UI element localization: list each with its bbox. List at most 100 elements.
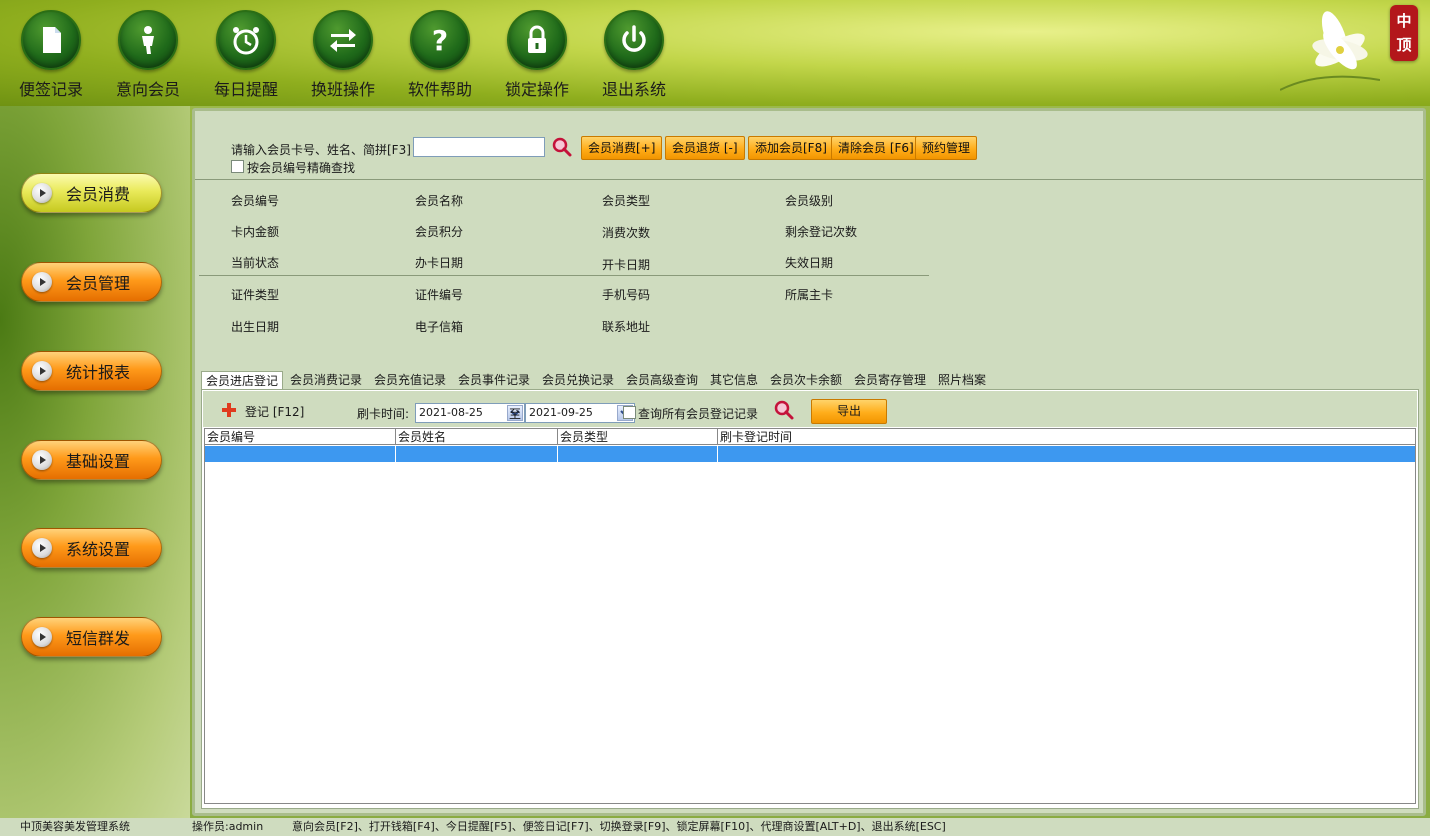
checkin-grid: 会员编号 会员姓名 会员类型 刷卡登记时间 <box>204 428 1416 804</box>
play-arrow-icon <box>32 627 52 647</box>
tab-deposit-manage[interactable]: 会员寄存管理 <box>850 371 930 389</box>
top-toolbar: 便签记录 意向会员 每日提醒 换班操作 ? 软件帮助 锁定操作 退出系统 中 顶 <box>0 0 1430 106</box>
toolbar-daily-reminder-button[interactable]: 每日提醒 <box>206 10 286 100</box>
field-label: 开卡日期 <box>602 258 651 272</box>
field-label: 证件类型 <box>231 288 280 302</box>
column-header[interactable]: 会员类型 <box>558 429 718 445</box>
sidebar-item-label: 会员管理 <box>66 274 131 293</box>
member-consume-button[interactable]: 会员消费[+] <box>581 136 663 160</box>
field-label: 证件编号 <box>415 288 464 302</box>
grid-header: 会员编号 会员姓名 会员类型 刷卡登记时间 <box>205 429 1415 445</box>
field-label: 当前状态 <box>231 256 280 270</box>
toolbar-label: 便签记录 <box>18 80 83 99</box>
toolbar-shift-button[interactable]: 换班操作 <box>303 10 383 100</box>
clear-member-button[interactable]: 清除会员 [F6] <box>831 136 921 160</box>
toolbar-label: 软件帮助 <box>407 80 472 99</box>
swap-arrows-icon <box>313 10 373 70</box>
field-label: 会员类型 <box>602 194 651 208</box>
field-label: 消费次数 <box>602 226 651 240</box>
brand-logo: 中 顶 <box>1390 5 1418 61</box>
date-to-picker[interactable]: 2021-09-25 <box>525 403 635 423</box>
toolbar-note-button[interactable]: 便签记录 <box>11 10 91 100</box>
divider <box>195 179 1423 180</box>
field-label: 手机号码 <box>602 288 651 302</box>
to-label: 至 <box>509 407 522 421</box>
status-shortcuts: 意向会员[F2]、打开钱箱[F4]、今日提醒[F5]、便签日记[F7]、切换登录… <box>292 820 946 833</box>
column-header[interactable]: 会员编号 <box>205 429 396 445</box>
status-bar: 中顶美容美发管理系统 操作员:admin 意向会员[F2]、打开钱箱[F4]、今… <box>0 818 1430 836</box>
field-label: 失效日期 <box>785 256 834 270</box>
toolbar-label: 意向会员 <box>115 80 180 99</box>
swipe-time-label: 刷卡时间: <box>357 407 410 421</box>
play-arrow-icon <box>32 361 52 381</box>
tab-content: 登记 [F12] 刷卡时间: 2021-08-25 至 2021-09-25 查… <box>201 389 1419 809</box>
member-refund-button[interactable]: 会员退货 [-] <box>665 136 745 160</box>
add-plus-icon <box>222 403 236 417</box>
power-icon <box>604 10 664 70</box>
field-label: 会员积分 <box>415 225 464 239</box>
status-operator: 操作员:admin <box>192 820 264 833</box>
booking-manage-button[interactable]: 预约管理 <box>915 136 978 160</box>
sidebar-item-label: 会员消费 <box>66 185 131 204</box>
export-button[interactable]: 导出 <box>811 399 887 424</box>
sidebar-item-system-settings[interactable]: 系统设置 <box>21 528 162 568</box>
field-label: 所属主卡 <box>785 288 834 302</box>
table-cell <box>205 446 396 462</box>
query-all-label: 查询所有会员登记记录 <box>638 407 759 421</box>
play-arrow-icon <box>32 450 52 470</box>
help-question-icon: ? <box>410 10 470 70</box>
sidebar-item-member-manage[interactable]: 会员管理 <box>21 262 162 302</box>
tab-card-balance[interactable]: 会员次卡余额 <box>766 371 846 389</box>
divider <box>199 275 929 276</box>
sidebar-item-label: 基础设置 <box>66 452 131 471</box>
svg-text:?: ? <box>432 24 448 57</box>
toolbar-lock-button[interactable]: 锁定操作 <box>497 10 577 100</box>
sidebar-item-reports[interactable]: 统计报表 <box>21 351 162 391</box>
toolbar-label: 换班操作 <box>310 80 375 99</box>
table-row[interactable] <box>205 446 1415 462</box>
column-header[interactable]: 刷卡登记时间 <box>718 429 1415 445</box>
play-arrow-icon <box>32 538 52 558</box>
add-member-button[interactable]: 添加会员[F8] <box>748 136 834 160</box>
field-label: 会员名称 <box>415 194 464 208</box>
status-app-name: 中顶美容美发管理系统 <box>20 820 130 833</box>
tab-exchange-records[interactable]: 会员兑换记录 <box>538 371 618 389</box>
play-arrow-icon <box>32 272 52 292</box>
logo-char: 顶 <box>1396 36 1412 54</box>
exact-match-checkbox[interactable] <box>231 160 244 173</box>
lily-flower-decoration <box>1280 11 1380 91</box>
toolbar-exit-button[interactable]: 退出系统 <box>594 10 674 100</box>
tab-event-records[interactable]: 会员事件记录 <box>454 371 534 389</box>
sidebar: 会员消费 会员管理 统计报表 基础设置 系统设置 短信群发 <box>0 106 190 818</box>
tab-checkin[interactable]: 会员进店登记 <box>201 371 284 389</box>
field-label: 会员编号 <box>231 194 280 208</box>
checkin-toolbar: 登记 [F12] 刷卡时间: 2021-08-25 至 2021-09-25 查… <box>203 391 1417 427</box>
field-label: 出生日期 <box>231 320 280 334</box>
sidebar-item-label: 统计报表 <box>66 363 131 382</box>
table-cell <box>558 446 718 462</box>
tab-other-info[interactable]: 其它信息 <box>706 371 762 389</box>
search-icon[interactable] <box>773 399 795 421</box>
tab-recharge-records[interactable]: 会员充值记录 <box>370 371 450 389</box>
toolbar-label: 每日提醒 <box>213 80 278 99</box>
note-icon <box>21 10 81 70</box>
sidebar-item-sms[interactable]: 短信群发 <box>21 617 162 657</box>
date-from-value: 2021-08-25 <box>419 406 483 419</box>
tab-consume-records[interactable]: 会员消费记录 <box>286 371 366 389</box>
member-search-input[interactable] <box>413 137 545 157</box>
logo-char: 中 <box>1396 12 1412 30</box>
exact-match-label: 按会员编号精确查找 <box>247 161 356 175</box>
register-button[interactable]: 登记 [F12] <box>245 403 304 420</box>
toolbar-intent-member-button[interactable]: 意向会员 <box>108 10 188 100</box>
sidebar-item-member-consume[interactable]: 会员消费 <box>21 173 162 213</box>
column-header[interactable]: 会员姓名 <box>396 429 558 445</box>
query-all-checkbox[interactable] <box>623 406 636 419</box>
toolbar-help-button[interactable]: ? 软件帮助 <box>400 10 480 100</box>
table-cell <box>718 446 1415 462</box>
field-label: 卡内金额 <box>231 225 280 239</box>
tab-photo-archive[interactable]: 照片档案 <box>934 371 990 389</box>
sidebar-item-label: 系统设置 <box>66 540 131 559</box>
tab-advanced-query[interactable]: 会员高级查询 <box>622 371 702 389</box>
sidebar-item-basic-settings[interactable]: 基础设置 <box>21 440 162 480</box>
search-icon[interactable] <box>551 136 573 158</box>
